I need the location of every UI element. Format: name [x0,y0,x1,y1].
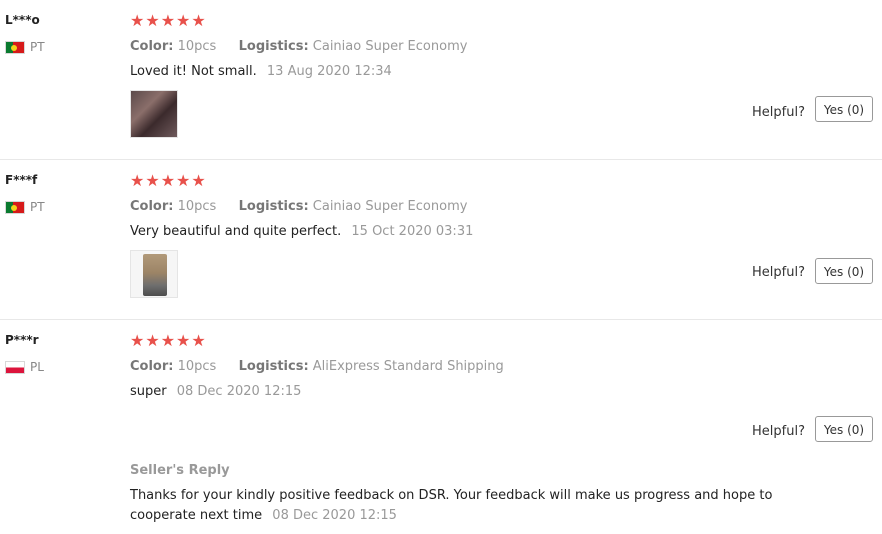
review-item: P***r PL ★★★★★ Color: 10pcs Logistics: A… [0,320,882,534]
seller-reply-title: Seller's Reply [130,463,230,478]
order-info: Color: 10pcs Logistics: AliExpress Stand… [130,359,504,374]
reviewer-country: PT [5,40,45,54]
portugal-flag-icon [5,200,25,214]
reviewer-name: F***f [5,173,38,187]
color-value: 10pcs [177,199,217,214]
logistics-label: Logistics: [238,39,309,54]
reviewer-name: L***o [5,13,40,27]
helpful-label: Helpful? [752,265,805,280]
review-text: super [130,384,167,399]
review-content: Loved it! Not small. 13 Aug 2020 12:34 [130,64,392,79]
star-rating: ★★★★★ [130,171,207,190]
review-date: 13 Aug 2020 12:34 [266,64,392,79]
review-item: F***f PT ★★★★★ Color: 10pcs Logistics: C… [0,160,882,320]
star-rating: ★★★★★ [130,11,207,30]
helpful-yes-button[interactable]: Yes (0) [815,258,873,284]
logistics-value: Cainiao Super Economy [312,39,468,54]
helpful-yes-button[interactable]: Yes (0) [815,96,873,122]
logistics-label: Logistics: [238,199,309,214]
seller-reply-date: 08 Dec 2020 12:15 [272,508,397,523]
seller-reply-content: Thanks for your kindly positive feedback… [130,486,820,526]
review-text: Loved it! Not small. [130,64,257,79]
reviewer-country: PT [5,200,45,214]
helpful-label: Helpful? [752,105,805,120]
logistics-value: AliExpress Standard Shipping [312,359,504,374]
country-code: PL [30,360,44,374]
seller-reply-text: Thanks for your kindly positive feedback… [130,488,773,523]
review-photo-thumbnail[interactable] [130,90,178,138]
logistics-value: Cainiao Super Economy [312,199,468,214]
helpful-label: Helpful? [752,424,805,439]
color-label: Color: [130,39,174,54]
star-rating: ★★★★★ [130,331,207,350]
review-date: 15 Oct 2020 03:31 [351,224,474,239]
portugal-flag-icon [5,40,25,54]
poland-flag-icon [5,360,25,374]
review-item: L***o PT ★★★★★ Color: 10pcs Logistics: C… [0,0,882,160]
country-code: PT [30,200,45,214]
reviewer-country: PL [5,360,44,374]
reviewer-name: P***r [5,333,39,347]
color-value: 10pcs [177,359,217,374]
country-code: PT [30,40,45,54]
color-label: Color: [130,359,174,374]
order-info: Color: 10pcs Logistics: Cainiao Super Ec… [130,199,467,214]
logistics-label: Logistics: [238,359,309,374]
color-label: Color: [130,199,174,214]
review-content: Very beautiful and quite perfect. 15 Oct… [130,224,473,239]
review-text: Very beautiful and quite perfect. [130,224,342,239]
order-info: Color: 10pcs Logistics: Cainiao Super Ec… [130,39,467,54]
review-date: 08 Dec 2020 12:15 [176,384,302,399]
helpful-yes-button[interactable]: Yes (0) [815,416,873,442]
review-photo-thumbnail[interactable] [130,250,178,298]
color-value: 10pcs [177,39,217,54]
review-content: super 08 Dec 2020 12:15 [130,384,301,399]
